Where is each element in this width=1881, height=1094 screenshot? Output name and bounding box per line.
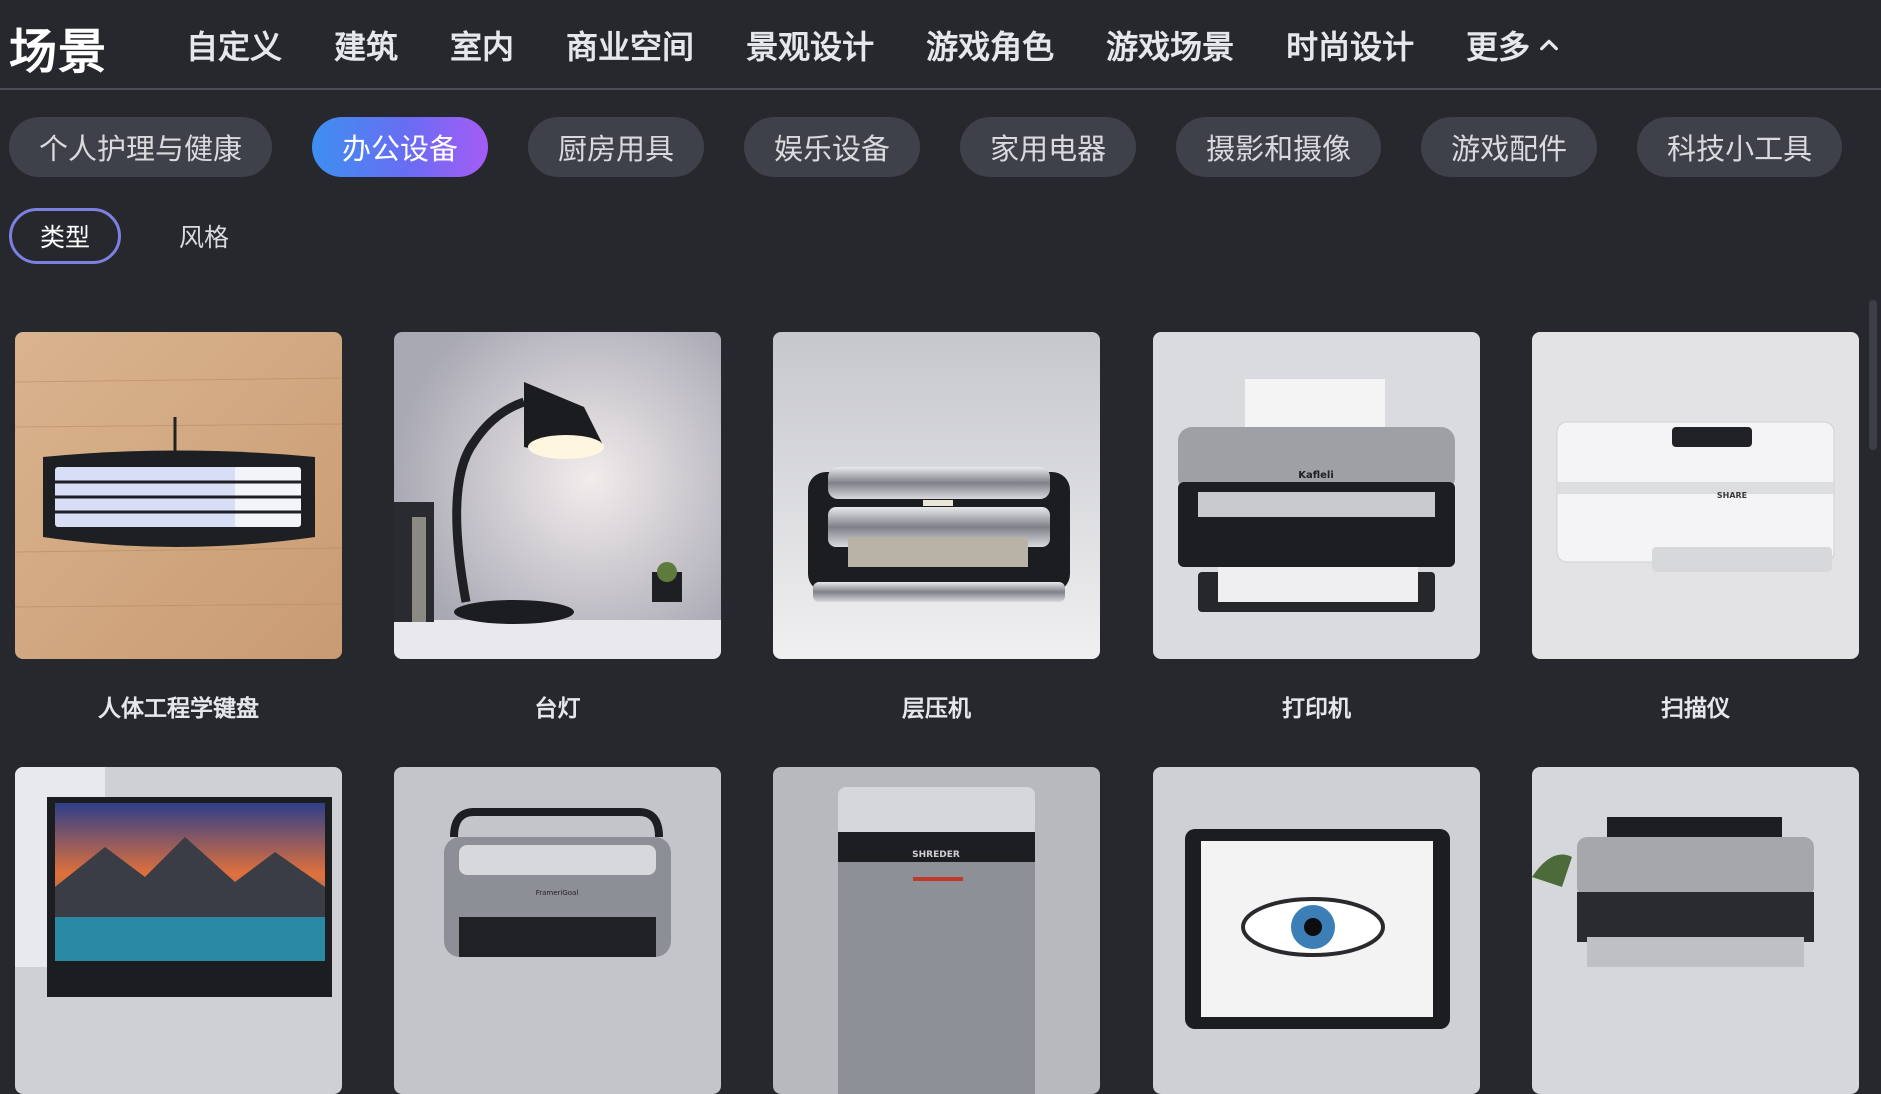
tab-game-character[interactable]: 游戏角色: [926, 22, 1054, 68]
tab-custom[interactable]: 自定义: [186, 22, 282, 68]
category-gaming-accessories[interactable]: 游戏配件: [1421, 117, 1598, 177]
printer-brand-label: Kafleli: [1298, 470, 1334, 481]
more-menu-button[interactable]: 更多: [1466, 22, 1560, 68]
card-ergonomic-keyboard[interactable]: 人体工程学键盘: [15, 332, 342, 723]
keyboard-image: [15, 332, 342, 659]
card-laminator[interactable]: 层压机: [773, 332, 1100, 723]
top-nav: 场景 自定义 建筑 室内 商业空间 景观设计 游戏角色 游戏场景 时尚设计 更多: [0, 0, 1881, 90]
tab-architecture[interactable]: 建筑: [334, 22, 398, 68]
chevron-up-icon: [1540, 39, 1559, 51]
filter-style-button[interactable]: 风格: [179, 208, 229, 264]
page-title: 场景: [9, 24, 108, 80]
card-drawing-tablet[interactable]: [1153, 767, 1480, 1094]
category-photo-video[interactable]: 摄影和摄像: [1176, 117, 1382, 177]
drawing-tablet-image: [1153, 767, 1480, 1094]
laminator-image: [773, 332, 1100, 659]
card-scanner[interactable]: SHARE 扫描仪: [1532, 332, 1859, 723]
card-shredder[interactable]: SHREDER: [773, 767, 1100, 1094]
card-binding-machine[interactable]: FrameriGoal: [394, 767, 721, 1094]
tab-game-scene[interactable]: 游戏场景: [1106, 22, 1234, 68]
card-monitor[interactable]: [15, 767, 342, 1094]
large-printer-image: [1532, 767, 1859, 1094]
binding-brand-label: FrameriGoal: [536, 889, 579, 897]
tab-fashion[interactable]: 时尚设计: [1286, 22, 1414, 68]
scanner-image: SHARE: [1532, 332, 1859, 659]
tab-commercial-space[interactable]: 商业空间: [566, 22, 694, 68]
card-desk-lamp[interactable]: 台灯: [394, 332, 721, 723]
shredder-image: SHREDER: [773, 767, 1100, 1094]
category-entertainment[interactable]: 娱乐设备: [744, 117, 921, 177]
monitor-image: [15, 767, 342, 1094]
card-title: 台灯: [534, 696, 581, 722]
card-title: 打印机: [1282, 696, 1351, 722]
category-personal-care[interactable]: 个人护理与健康: [9, 117, 273, 177]
category-pills: 个人护理与健康 办公设备 厨房用具 娱乐设备 家用电器 摄影和摄像 游戏配件 科…: [9, 117, 1881, 179]
card-large-printer[interactable]: [1532, 767, 1859, 1094]
shredder-brand-label: SHREDER: [912, 850, 960, 860]
category-kitchen[interactable]: 厨房用具: [528, 117, 705, 177]
card-title: 层压机: [902, 696, 971, 722]
card-title: 扫描仪: [1661, 696, 1730, 722]
sub-filter: 类型 风格: [9, 208, 229, 264]
desk-lamp-image: [394, 332, 721, 659]
tab-interior[interactable]: 室内: [450, 22, 514, 68]
binding-machine-image: FrameriGoal: [394, 767, 721, 1094]
scanner-brand-label: SHARE: [1717, 491, 1747, 500]
printer-image: Kafleli: [1153, 332, 1480, 659]
card-title: 人体工程学键盘: [98, 696, 259, 722]
category-appliances[interactable]: 家用电器: [960, 117, 1137, 177]
card-printer[interactable]: Kafleli 打印机: [1153, 332, 1480, 723]
category-tech-gadgets[interactable]: 科技小工具: [1637, 117, 1843, 177]
category-office-equipment[interactable]: 办公设备: [312, 117, 489, 177]
scene-tabs: 自定义 建筑 室内 商业空间 景观设计 游戏角色 游戏场景 时尚设计 更多: [186, 22, 1560, 68]
filter-type-button[interactable]: 类型: [9, 208, 121, 264]
more-label: 更多: [1466, 28, 1531, 66]
scrollbar[interactable]: [1869, 300, 1877, 450]
tab-landscape[interactable]: 景观设计: [746, 22, 874, 68]
